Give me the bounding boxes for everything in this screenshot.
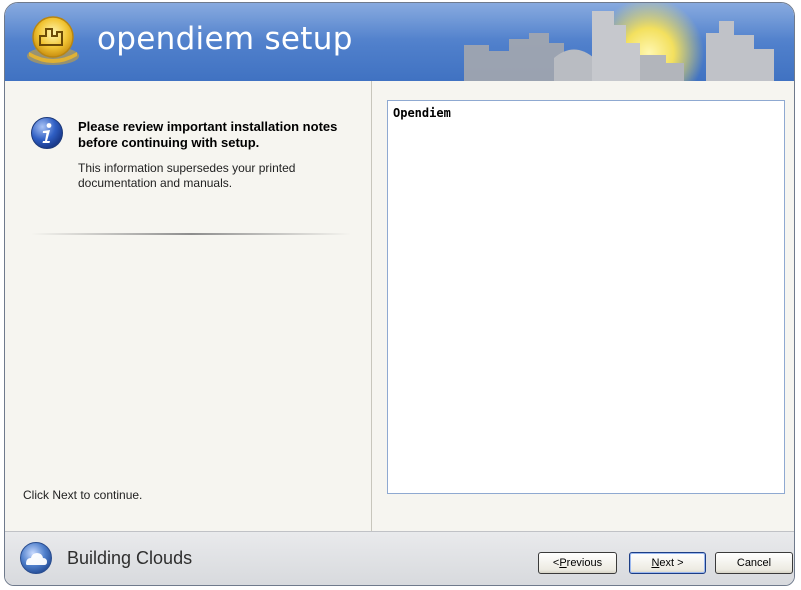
next-label-rest: ext > (659, 557, 684, 569)
left-pane: Please review important installation not… (5, 81, 371, 531)
next-button[interactable]: Next > (629, 552, 706, 574)
review-headline: Please review important installation not… (78, 119, 338, 150)
previous-mnemonic: P (559, 557, 567, 569)
building-logo-icon (27, 16, 79, 65)
previous-label-rest: revious (566, 557, 603, 569)
city-skyline-graphic (464, 3, 774, 81)
section-divider (31, 233, 351, 235)
cancel-button[interactable]: Cancel (715, 552, 793, 574)
pane-divider (371, 81, 372, 531)
content-area: Please review important installation not… (5, 81, 794, 531)
notes-content: Opendiem (393, 106, 451, 120)
header-banner: opendiem setup (5, 3, 794, 81)
footer-bar: Building Clouds < Previous Next > Cancel (5, 531, 794, 585)
info-icon (31, 117, 63, 149)
continue-hint: Click Next to continue. (23, 488, 143, 502)
cancel-label: Cancel (736, 557, 772, 569)
review-subtext: This information supersedes your printed… (78, 161, 296, 190)
app-title: opendiem setup (97, 21, 353, 57)
brand-name: Building Clouds (67, 548, 193, 568)
setup-window: opendiem setup Please review important i… (4, 2, 795, 586)
next-mnemonic: N (651, 557, 660, 569)
cloud-logo-icon (20, 542, 52, 574)
release-notes-textbox[interactable]: Opendiem (387, 100, 785, 494)
previous-button[interactable]: < Previous (538, 552, 617, 574)
